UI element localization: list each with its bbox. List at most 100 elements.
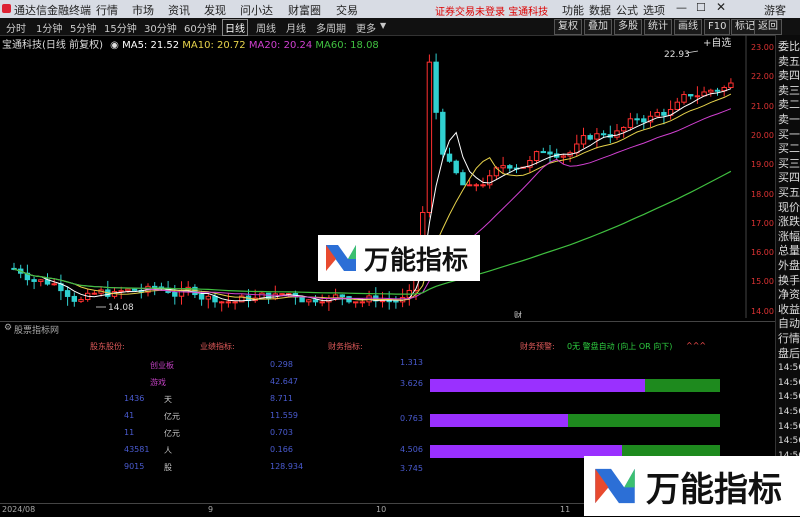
- side-panel-item[interactable]: 14:56: [778, 377, 800, 389]
- duogu-button[interactable]: 多股: [614, 19, 642, 35]
- candle-body: [225, 301, 232, 304]
- close-icon[interactable]: ✕: [716, 0, 726, 14]
- side-panel-item[interactable]: 净资: [778, 289, 800, 301]
- item-value: 128.934: [270, 462, 304, 471]
- menu-hangqing[interactable]: 行情: [96, 2, 118, 18]
- candle-body: [319, 301, 325, 304]
- menu-caifuquan[interactable]: 财富圈: [288, 2, 321, 18]
- side-panel-item[interactable]: 换手: [778, 274, 800, 287]
- side-panel-item[interactable]: 14:56: [778, 362, 800, 374]
- item-name: 股: [164, 463, 172, 472]
- menu-jiaoyi[interactable]: 交易: [336, 2, 358, 18]
- side-panel-item[interactable]: 卖四: [778, 70, 800, 82]
- side-panel-item[interactable]: 买二: [778, 143, 800, 155]
- side-panel-item[interactable]: 现价: [778, 201, 800, 214]
- side-panel-item[interactable]: 14:56: [778, 421, 800, 433]
- menu-wenxiaoda[interactable]: 问小达: [240, 2, 273, 18]
- side-panel-item[interactable]: 14:56: [778, 435, 800, 447]
- candle-body: [393, 300, 399, 303]
- candle-body: [312, 299, 319, 303]
- side-panel-item[interactable]: 涨幅: [778, 230, 800, 243]
- guest-label[interactable]: 游客: [764, 2, 786, 18]
- huaxian-button[interactable]: 画线: [674, 19, 702, 35]
- candle-body: [460, 172, 466, 186]
- menu-zixun[interactable]: 资讯: [168, 2, 190, 18]
- side-panel-item[interactable]: 买三: [778, 157, 800, 170]
- diejia-button[interactable]: 叠加: [584, 19, 612, 35]
- side-panel-item[interactable]: 总量: [778, 245, 800, 257]
- watermark-center: 万能指标: [318, 235, 480, 281]
- candle-body: [621, 126, 627, 132]
- price-tick: 16.00: [751, 248, 774, 258]
- side-panel-item[interactable]: 自动: [778, 318, 800, 330]
- candle-body: [681, 94, 687, 103]
- side-panel-item[interactable]: 14:56: [778, 391, 800, 403]
- candle-body: [279, 293, 285, 296]
- f10-button[interactable]: F10: [704, 19, 731, 35]
- side-panel-item[interactable]: 收益: [778, 303, 800, 316]
- side-panel-item[interactable]: 涨跌: [778, 216, 800, 228]
- item-value: 8.711: [270, 394, 293, 403]
- candle-body: [118, 290, 124, 293]
- minimize-icon[interactable]: —: [676, 1, 687, 14]
- period-30min[interactable]: 30分钟: [144, 20, 177, 35]
- period-daily[interactable]: 日线: [222, 19, 248, 36]
- side-panel-item[interactable]: 盘后: [778, 347, 800, 360]
- price-tick: 21.00: [751, 101, 774, 111]
- candle-body: [440, 111, 446, 155]
- bar-value: 3.745: [400, 464, 423, 473]
- candle-body: [359, 301, 366, 304]
- menu-gongshi[interactable]: 公式: [616, 2, 638, 18]
- side-panel-item[interactable]: 行情: [778, 333, 800, 345]
- finance-label: 财务指标:: [328, 342, 363, 351]
- candle-body: [641, 118, 647, 123]
- candle-body: [661, 111, 667, 116]
- bar-value: 3.626: [400, 379, 423, 388]
- candle-body: [674, 101, 680, 110]
- gear-icon[interactable]: ⚙: [4, 323, 12, 333]
- side-panel-item[interactable]: 买五: [778, 187, 800, 199]
- period-more[interactable]: 更多: [356, 20, 376, 35]
- side-panel-item[interactable]: 14:56: [778, 406, 800, 418]
- side-panel-item[interactable]: 卖三: [778, 84, 800, 97]
- quote-side-panel[interactable]: 委比卖五卖四卖三卖二卖一买一买二买三买四买五现价涨跌涨幅总量外盘换手净资收益自动…: [775, 35, 800, 516]
- low-price-label: 14.08: [108, 303, 134, 313]
- price-tick: 15.00: [751, 277, 774, 287]
- menu-gongneng[interactable]: 功能: [562, 2, 584, 18]
- period-weekly[interactable]: 周线: [256, 20, 276, 35]
- menu-faxian[interactable]: 发现: [204, 2, 226, 18]
- menu-shichang[interactable]: 市场: [132, 2, 154, 18]
- date-label: 2024/08: [2, 505, 36, 514]
- chevron-down-icon[interactable]: ▼: [380, 21, 386, 30]
- side-panel-item[interactable]: 卖一: [778, 114, 800, 126]
- back-button[interactable]: 返回: [754, 19, 782, 35]
- bar-value: 0.763: [400, 414, 423, 423]
- period-15min[interactable]: 15分钟: [104, 20, 137, 35]
- candle-body: [507, 165, 513, 169]
- period-multi[interactable]: 多周期: [316, 20, 346, 35]
- side-panel-item[interactable]: 卖二: [778, 99, 800, 111]
- forecast-label: 财务预警:: [520, 342, 555, 351]
- side-panel-item[interactable]: 外盘: [778, 260, 800, 272]
- progress-bar-purple: [430, 379, 645, 392]
- period-toolbar: 分时 1分钟 5分钟 15分钟 30分钟 60分钟 日线 周线 月线 多周期 更…: [0, 18, 800, 36]
- candle-body: [473, 184, 480, 187]
- candle-body: [232, 301, 238, 304]
- side-panel-item[interactable]: 卖五: [778, 55, 800, 68]
- menu-shuju[interactable]: 数据: [589, 2, 611, 18]
- side-panel-item[interactable]: 买四: [778, 172, 800, 184]
- candle-body: [306, 299, 312, 303]
- tongji-button[interactable]: 统计: [644, 19, 672, 35]
- period-monthly[interactable]: 月线: [286, 20, 306, 35]
- period-5min[interactable]: 5分钟: [70, 20, 96, 35]
- period-1min[interactable]: 1分钟: [36, 20, 62, 35]
- side-panel-item[interactable]: 委比: [778, 41, 800, 53]
- period-60min[interactable]: 60分钟: [184, 20, 217, 35]
- maximize-icon[interactable]: ☐: [696, 1, 706, 14]
- login-status: 证券交易未登录 宝通科技: [435, 7, 549, 18]
- item-value: 0.298: [270, 360, 293, 369]
- period-fenshi[interactable]: 分时: [6, 20, 26, 35]
- menu-xuanxiang[interactable]: 选项: [643, 2, 665, 18]
- side-panel-item[interactable]: 买一: [778, 128, 800, 141]
- fuquan-button[interactable]: 复权: [554, 19, 582, 35]
